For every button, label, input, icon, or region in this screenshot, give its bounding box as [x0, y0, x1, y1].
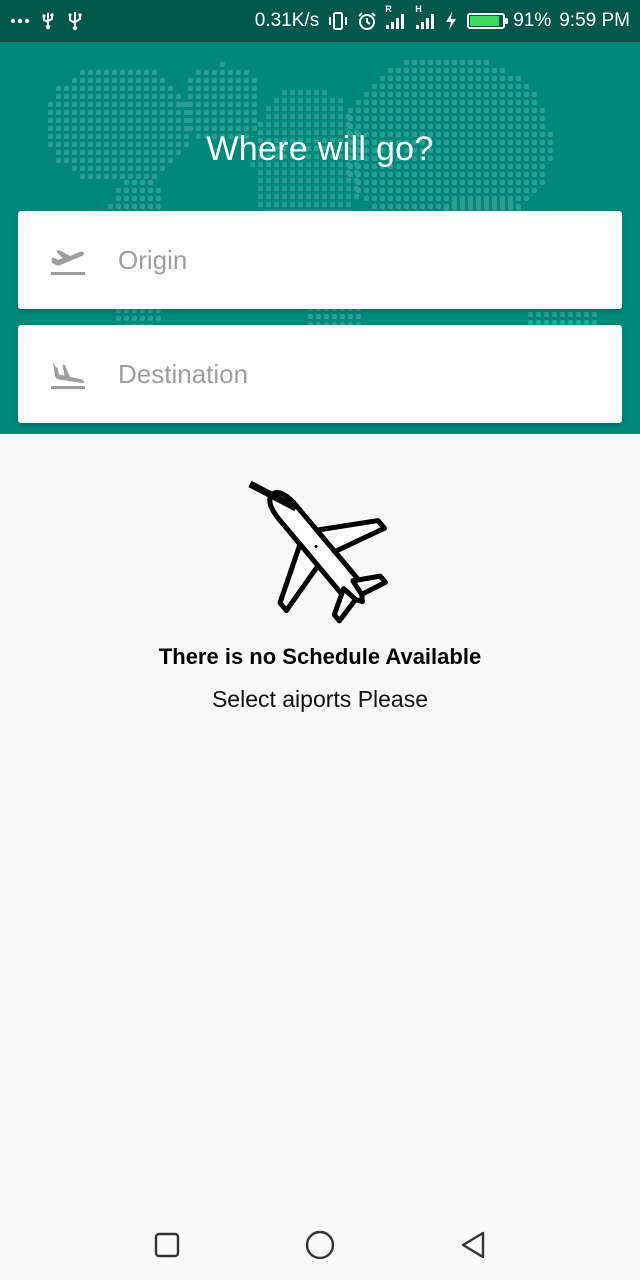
status-bar-right: 0.31K/s R H 91% 9:59 PM — [254, 4, 630, 32]
navigation-bar — [0, 1210, 640, 1280]
charging-icon — [445, 11, 457, 31]
battery-icon — [467, 13, 509, 29]
destination-field[interactable] — [18, 325, 622, 423]
circle-icon — [305, 1230, 335, 1260]
back-button[interactable] — [449, 1221, 497, 1269]
status-bar: 0.31K/s R H 91% 9:59 PM — [0, 0, 640, 42]
recents-button[interactable] — [143, 1221, 191, 1269]
signal-sim1-icon: R — [385, 4, 407, 30]
search-header: Where will go? — [0, 42, 640, 434]
battery-percent: 91% — [513, 10, 552, 31]
empty-state-title: There is no Schedule Available — [158, 644, 482, 669]
alarm-icon — [357, 11, 377, 31]
clock: 9:59 PM — [559, 10, 630, 31]
flight-takeoff-icon — [48, 240, 88, 280]
network-speed: 0.31K/s — [254, 10, 320, 31]
usb-icon — [66, 11, 84, 31]
sim1-label: R — [385, 4, 392, 14]
signal-sim2-icon: H — [415, 4, 437, 30]
battery-fill — [470, 16, 500, 26]
airplane-icon — [248, 480, 388, 624]
square-icon — [154, 1232, 179, 1258]
home-button[interactable] — [296, 1221, 344, 1269]
page-title: Where will go? — [206, 130, 434, 168]
sim2-label: H — [415, 4, 422, 14]
empty-state-subtitle: Select aiports Please — [211, 686, 429, 712]
more-dots-icon — [10, 18, 30, 24]
usb-debug-icon — [38, 11, 58, 31]
status-bar-left — [10, 11, 84, 31]
origin-field[interactable] — [18, 211, 622, 309]
origin-input[interactable] — [118, 244, 558, 276]
flight-land-icon — [48, 354, 88, 394]
vibrate-icon — [327, 11, 349, 31]
back-triangle-icon — [462, 1231, 485, 1259]
destination-input[interactable] — [118, 358, 558, 390]
